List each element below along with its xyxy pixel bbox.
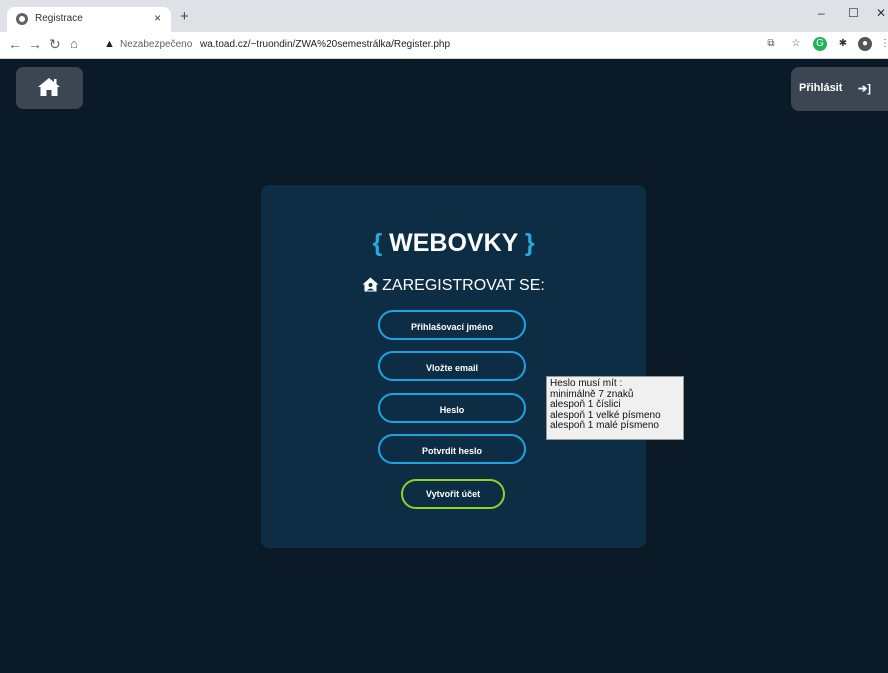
menu-icon[interactable]: ⋮ bbox=[878, 37, 888, 51]
forward-icon[interactable]: → bbox=[28, 36, 42, 52]
brand-open-brace: { bbox=[372, 229, 383, 257]
brand-name: WEBOVKY bbox=[389, 229, 518, 257]
avatar[interactable]: ● bbox=[858, 37, 872, 51]
password-field[interactable]: Heslo bbox=[378, 393, 526, 423]
brand-close-brace: } bbox=[524, 229, 535, 257]
tab-close-button[interactable]: × bbox=[154, 11, 161, 25]
brand-logo: { WEBOVKY } bbox=[261, 229, 646, 258]
create-account-button[interactable]: Vytvořit účet bbox=[401, 479, 505, 509]
home-user-icon bbox=[362, 277, 379, 292]
home-browser-icon[interactable]: ⌂ bbox=[70, 36, 78, 51]
tooltip-line: Heslo musí mít : bbox=[550, 378, 623, 389]
page: Přihlásit ➔] { WEBOVKY } ZAREGISTROVAT S… bbox=[6, 59, 888, 673]
grammarly-icon[interactable]: G bbox=[813, 37, 827, 51]
home-button[interactable] bbox=[16, 67, 83, 109]
star-icon[interactable]: ☆ bbox=[789, 37, 803, 51]
browser-toolbar: ← → ↻ ⌂ ▲ Nezabezpečeno wa.toad.cz/~truo… bbox=[0, 32, 888, 59]
login-label: Přihlásit bbox=[799, 82, 843, 94]
address-bar[interactable]: ▲ Nezabezpečeno wa.toad.cz/~truondin/ZWA… bbox=[100, 35, 780, 55]
minimize-button[interactable]: – bbox=[818, 6, 825, 20]
url-text: wa.toad.cz/~truondin/ZWA%20semestrálka/R… bbox=[200, 39, 451, 50]
back-icon[interactable]: ← bbox=[8, 36, 22, 52]
warning-icon: ▲ bbox=[104, 38, 115, 50]
page-title: ZAREGISTROVAT SE: bbox=[261, 277, 646, 295]
security-label: Nezabezpečeno bbox=[120, 39, 193, 50]
page-title-text: ZAREGISTROVAT SE: bbox=[382, 277, 545, 294]
extensions-icon[interactable]: ✱ bbox=[836, 37, 850, 51]
reload-icon[interactable]: ↻ bbox=[49, 36, 61, 53]
register-card: { WEBOVKY } ZAREGISTROVAT SE: Přihlašova… bbox=[261, 185, 646, 548]
browser-tabbar: Registrace × + – ☐ ✕ bbox=[0, 0, 888, 32]
email-field[interactable]: Vložte email bbox=[378, 351, 526, 381]
browser-tab[interactable]: Registrace × bbox=[7, 7, 171, 32]
maximize-button[interactable]: ☐ bbox=[848, 6, 859, 20]
new-tab-button[interactable]: + bbox=[180, 8, 189, 25]
password-requirements-tooltip: Heslo musí mít : minimálně 7 znaků alesp… bbox=[546, 376, 684, 440]
tooltip-line: alespoň 1 číslici bbox=[550, 399, 621, 410]
home-icon bbox=[38, 78, 60, 96]
globe-icon bbox=[16, 13, 28, 25]
sign-in-icon: ➔] bbox=[858, 83, 871, 95]
username-field[interactable]: Přihlašovací jméno bbox=[378, 310, 526, 340]
tooltip-line: alespoň 1 malé písmeno bbox=[550, 420, 659, 431]
tab-title: Registrace bbox=[35, 13, 83, 24]
login-button[interactable]: Přihlásit ➔] bbox=[791, 67, 888, 111]
translate-icon[interactable]: ⧉ bbox=[764, 37, 778, 51]
confirm-password-field[interactable]: Potvrdit heslo bbox=[378, 434, 526, 464]
close-window-button[interactable]: ✕ bbox=[876, 6, 886, 20]
